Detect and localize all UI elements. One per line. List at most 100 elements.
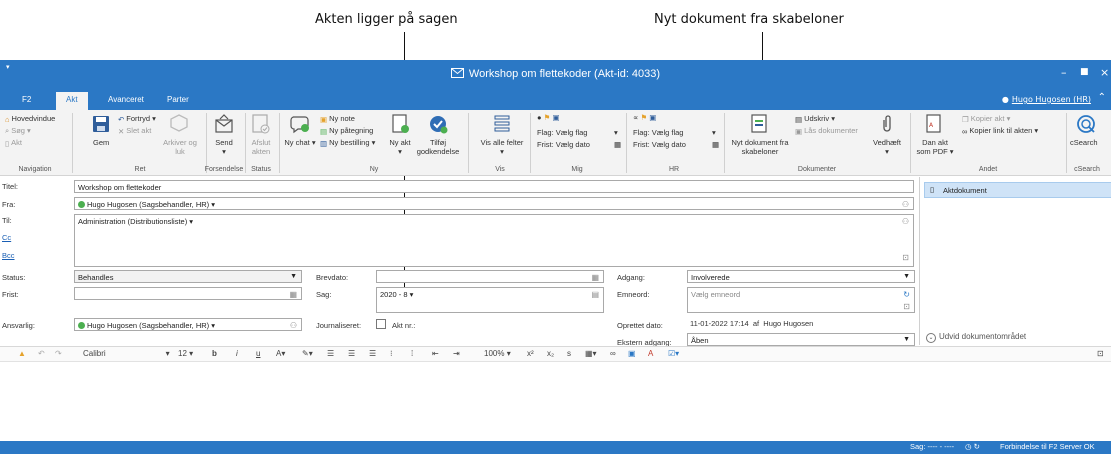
cc-link[interactable]: Cc bbox=[2, 233, 11, 242]
font-dropdown[interactable]: Calibri ▾ bbox=[83, 349, 170, 358]
undo-icon[interactable]: ↶ bbox=[38, 349, 45, 358]
redo-icon[interactable]: ↷ bbox=[55, 349, 62, 358]
emneord-field[interactable]: Vælg emneord ↻ ⊡ bbox=[687, 287, 915, 313]
strikethrough-icon[interactable]: s bbox=[567, 349, 571, 358]
font-color-icon[interactable]: A▾ bbox=[276, 349, 285, 358]
frist-field[interactable]: ▦ bbox=[74, 287, 302, 300]
fra-field[interactable]: Hugo Hugosen (Sagsbehandler, HR) ▾ ⚇ bbox=[74, 197, 914, 210]
minimize-icon[interactable]: – bbox=[1061, 66, 1067, 79]
calendar-icon[interactable]: ▦ bbox=[289, 290, 297, 299]
user-link[interactable]: ● Hugo Hugosen (HR) bbox=[1002, 95, 1091, 104]
nyt-dokument-fra-skabeloner-button[interactable]: Nyt dokument fra skabeloner bbox=[730, 138, 790, 156]
oprettet-value: 11-01-2022 17:14 af Hugo Hugosen bbox=[690, 319, 814, 328]
ny-paategning-button[interactable]: ▤ Ny påtegning bbox=[320, 126, 373, 136]
dan-akt-som-pdf-button[interactable]: Dan akt som PDF ▾ bbox=[915, 138, 955, 156]
mig-date-icon[interactable]: ▦ bbox=[614, 140, 621, 149]
expand-icon[interactable]: ⊡ bbox=[903, 302, 910, 311]
status-dropdown[interactable]: Behandles ▼ bbox=[74, 270, 302, 283]
tab-parter[interactable]: Parter bbox=[167, 95, 189, 104]
vis-alle-felter-button[interactable]: Vis alle felter ▾ bbox=[480, 138, 524, 156]
bcc-link[interactable]: Bcc bbox=[2, 251, 15, 260]
kopier-akt-button[interactable]: ❐ Kopier akt ▾ bbox=[962, 114, 1010, 124]
laas-dokumenter-button[interactable]: ▣ Lås dokumenter bbox=[795, 126, 858, 136]
slet-akt-button[interactable]: ✕ Slet akt bbox=[118, 126, 151, 136]
clear-format-icon[interactable]: A bbox=[648, 349, 653, 358]
hr-flag-dropdown-icon[interactable]: ▾ bbox=[712, 128, 716, 137]
gem-button[interactable]: Gem bbox=[93, 138, 109, 147]
soeg-button[interactable]: ⌕ Søg ▾ bbox=[5, 126, 31, 136]
send-button[interactable]: Send ▾ bbox=[213, 138, 235, 156]
kopier-link-button[interactable]: ∞ Kopier link til akten ▾ bbox=[962, 126, 1038, 136]
ny-chat-button[interactable]: Ny chat ▾ bbox=[284, 138, 316, 147]
close-icon[interactable]: × bbox=[1100, 66, 1109, 79]
akt-nav-button[interactable]: ▯ Akt bbox=[5, 138, 22, 148]
mig-flag-dropdown-icon[interactable]: ▾ bbox=[614, 128, 618, 137]
titel-label: Titel: bbox=[2, 182, 18, 191]
tab-akt[interactable]: Akt bbox=[56, 92, 88, 110]
tilfoej-godkendelse-button[interactable]: Tilføj godkendelse bbox=[414, 138, 462, 156]
ny-note-button[interactable]: ▣ Ny note bbox=[320, 114, 355, 124]
vedhaeft-button[interactable]: Vedhæft ▾ bbox=[870, 138, 904, 156]
expand-icon[interactable]: ⊡ bbox=[1097, 349, 1104, 358]
align-right-icon[interactable]: ☰ bbox=[369, 349, 376, 358]
ny-bestilling-button[interactable]: ▥ Ny bestilling ▾ bbox=[320, 138, 375, 148]
highlight-icon[interactable]: ✎▾ bbox=[302, 349, 313, 358]
image-icon[interactable]: ▣ bbox=[628, 349, 636, 358]
italic-icon[interactable]: i bbox=[236, 349, 238, 358]
brevdato-field[interactable]: ▦ bbox=[376, 270, 604, 283]
akt-form: Titel: Workshop om flettekoder Fra: Hugo… bbox=[0, 177, 1111, 347]
edit-icon[interactable]: ☑▾ bbox=[668, 349, 679, 358]
journaliseret-checkbox[interactable] bbox=[376, 319, 386, 329]
address-book-icon[interactable]: ⚇ bbox=[902, 217, 909, 226]
text-color-icon[interactable]: ▲ bbox=[18, 349, 26, 358]
hr-frist-row[interactable]: Frist: Vælg dato bbox=[633, 140, 686, 149]
hovedvindue-button[interactable]: ⌂ Hovedvindue bbox=[5, 114, 55, 124]
ansvarlig-field[interactable]: Hugo Hugosen (Sagsbehandler, HR) ▾ ⚇ bbox=[74, 318, 302, 331]
maximize-icon[interactable]: ■ bbox=[1080, 67, 1089, 77]
sag-field[interactable]: 2020 - 8 ▾ ▤ bbox=[376, 287, 604, 313]
calendar-icon[interactable]: ▦ bbox=[591, 273, 599, 282]
ny-akt-button[interactable]: Ny akt ▾ bbox=[388, 138, 412, 156]
fortryd-button[interactable]: ↶ Fortryd ▾ bbox=[118, 114, 156, 124]
numbered-list-icon[interactable]: ⁞ bbox=[411, 349, 413, 358]
zoom-dropdown[interactable]: 100% ▾ bbox=[484, 349, 511, 358]
tab-f2[interactable]: F2 bbox=[22, 95, 31, 104]
hr-date-icon[interactable]: ▦ bbox=[712, 140, 719, 149]
font-size-dropdown[interactable]: 12 ▾ bbox=[178, 349, 193, 358]
approval-icon bbox=[430, 116, 448, 134]
arkiver-og-luk-button[interactable]: Arkiver og luk bbox=[160, 138, 200, 156]
udvid-dokumentomraadet-button[interactable]: ⌄ Udvid dokumentområdet bbox=[926, 332, 1026, 343]
collapse-ribbon-icon[interactable]: ⌃ bbox=[1098, 92, 1106, 103]
link-icon[interactable]: ∞ bbox=[610, 349, 616, 358]
mig-frist-row[interactable]: Frist: Vælg dato bbox=[537, 140, 590, 149]
bold-icon[interactable]: b bbox=[212, 349, 217, 358]
case-folder-icon[interactable]: ▤ bbox=[591, 290, 599, 299]
address-book-icon[interactable]: ⚇ bbox=[290, 321, 297, 330]
sync-icon[interactable]: ◷ ↻ bbox=[965, 442, 980, 451]
subscript-icon[interactable]: x₂ bbox=[547, 349, 554, 358]
align-left-icon[interactable]: ☰ bbox=[327, 349, 334, 358]
indent-icon[interactable]: ⇥ bbox=[453, 349, 460, 358]
align-center-icon[interactable]: ☰ bbox=[348, 349, 355, 358]
ekstern-dropdown[interactable]: Åben ▼ bbox=[687, 333, 915, 346]
title-bar: ▾ Workshop om flettekoder (Akt-id: 4033)… bbox=[0, 60, 1111, 90]
underline-icon[interactable]: u bbox=[256, 349, 260, 358]
superscript-icon[interactable]: x² bbox=[527, 349, 534, 358]
tab-avanceret[interactable]: Avanceret bbox=[108, 95, 144, 104]
expand-icon[interactable]: ⊡ bbox=[902, 253, 909, 262]
ribbon-separator bbox=[206, 113, 207, 173]
hr-flag-row[interactable]: Flag: Vælg flag bbox=[633, 128, 683, 137]
mig-flag-row[interactable]: Flag: Vælg flag bbox=[537, 128, 587, 137]
aktdokument-item[interactable]: ▯ Aktdokument bbox=[924, 182, 1111, 198]
refresh-icon[interactable]: ↻ bbox=[903, 290, 910, 299]
outdent-icon[interactable]: ⇤ bbox=[432, 349, 439, 358]
udskriv-button[interactable]: ▤ Udskriv ▾ bbox=[795, 114, 835, 124]
csearch-button[interactable]: cSearch bbox=[1070, 138, 1098, 147]
til-field[interactable]: Administration (Distributionsliste) ▾ ⚇ ⊡ bbox=[74, 214, 914, 267]
afslut-akten-button[interactable]: Afslut akten bbox=[244, 138, 278, 156]
address-book-icon[interactable]: ⚇ bbox=[902, 200, 909, 209]
bullet-list-icon[interactable]: ⁝ bbox=[390, 349, 393, 358]
adgang-dropdown[interactable]: Involverede ▼ bbox=[687, 270, 915, 283]
titel-field[interactable]: Workshop om flettekoder bbox=[74, 180, 914, 193]
table-icon[interactable]: ▦▾ bbox=[585, 349, 597, 358]
